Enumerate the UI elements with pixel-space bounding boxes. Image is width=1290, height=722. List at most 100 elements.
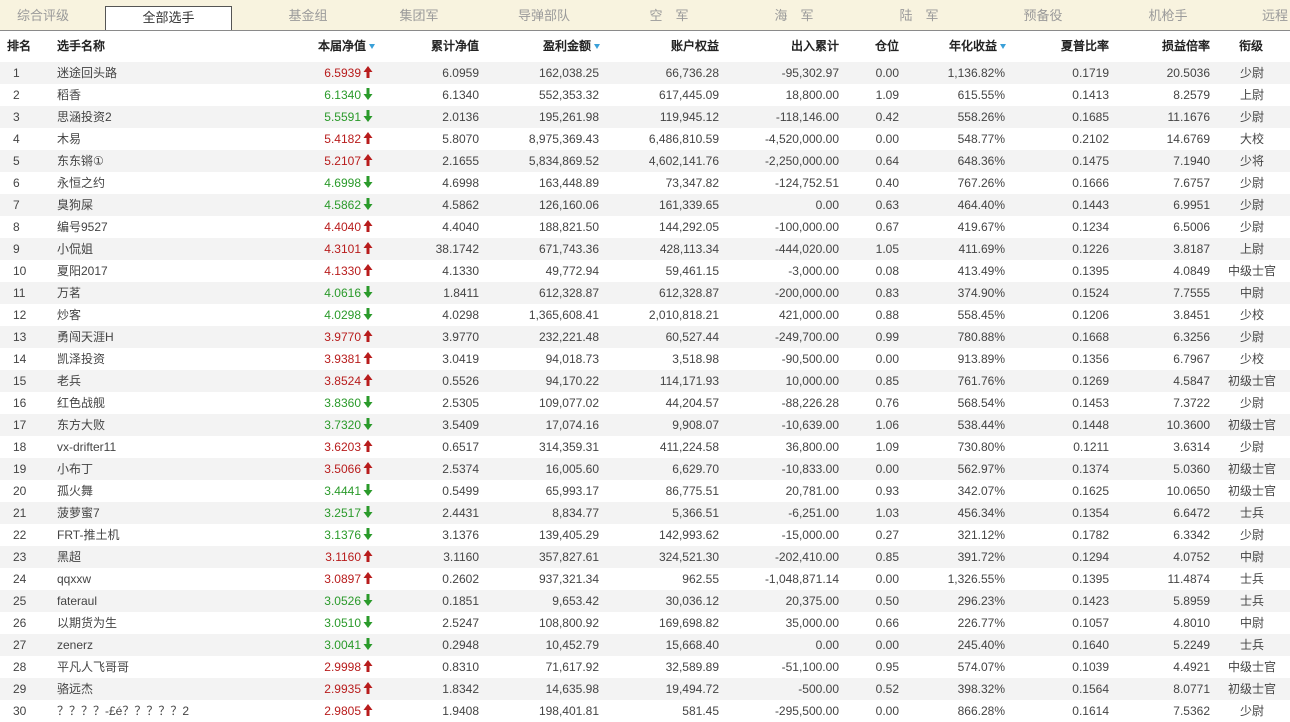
table-row[interactable]: 7 臭狗屎 4.5862 126,160.06 161,339.65 0.00 0.63 46… [0, 194, 1290, 216]
table-row[interactable]: 24 qqxxw 0.2602 937,321.34 962.55 -1,048,871.… [0, 568, 1290, 590]
rank-title-cell: 少尉 [1239, 440, 1264, 454]
tab-air-force[interactable]: 空 军 [606, 0, 732, 30]
tab-long-range[interactable]: 远程 [1262, 0, 1290, 30]
table-row[interactable]: 25 fateraul 0.1851 9,653.42 30,036.12 20,375.… [0, 590, 1290, 612]
player-name-cell: 老兵 [57, 374, 82, 388]
rank-title-cell: 初级士官 [1227, 418, 1276, 432]
pl-ratio-cell: 4.4921 [1173, 660, 1210, 674]
nav-cell: 6.5939 [324, 62, 373, 84]
table-row[interactable]: 18 vx-drifter11 0.6517 314,359.31 411,224.58… [0, 436, 1290, 458]
profit-cell: 232,221.48 [538, 330, 599, 344]
player-name-cell: fateraul [57, 594, 98, 608]
table-row[interactable]: 5 东东锵① 2.1655 5,834,869.52 4,602,141.76 -2,25… [0, 150, 1290, 172]
sharpe-cell: 0.1226 [1072, 242, 1109, 256]
equity-cell: 9,908.07 [672, 418, 719, 432]
header-inout[interactable]: 出入累计 [791, 31, 839, 62]
equity-cell: 612,328.87 [658, 286, 719, 300]
inout-cell: 20,375.00 [785, 594, 839, 608]
tab-machine-gunner[interactable]: 机枪手 [1105, 0, 1231, 30]
nav-value: 3.0041 [324, 638, 361, 652]
table-row[interactable]: 4 木易 5.8070 8,975,369.43 6,486,810.59 -4,520,… [0, 128, 1290, 150]
equity-cell: 581.45 [682, 704, 719, 718]
cum-nav-cell: 2.1655 [442, 154, 479, 168]
sharpe-cell: 0.1475 [1072, 154, 1109, 168]
player-name-cell: 夏阳2017 [57, 264, 108, 278]
table-row[interactable]: 28 平凡人飞哥哥 0.8310 71,617.92 32,589.89 -51,100.… [0, 656, 1290, 678]
position-cell: 1.03 [875, 506, 899, 520]
table-row[interactable]: 27 zenerz 0.2948 10,452.79 15,668.40 0.00 0.00… [0, 634, 1290, 656]
tab-all-players[interactable]: 全部选手 [105, 6, 232, 30]
header-position[interactable]: 仓位 [875, 31, 899, 62]
table-row[interactable]: 8 编号9527 4.4040 188,821.50 144,292.05 -100,00… [0, 216, 1290, 238]
pl-ratio-cell: 6.3342 [1173, 528, 1210, 542]
header-name[interactable]: 选手名称 [57, 31, 105, 62]
rank-cell: 30 [13, 704, 27, 718]
table-row[interactable]: 9 小侃姐 38.1742 671,743.36 428,113.34 -444,020.… [0, 238, 1290, 260]
sharpe-cell: 0.1057 [1072, 616, 1109, 630]
tab-army[interactable]: 陆 军 [856, 0, 982, 30]
table-row[interactable]: 2 稻香 6.1340 552,353.32 617,445.09 18,800.00 1.… [0, 84, 1290, 106]
inout-cell: -95,302.97 [781, 66, 839, 80]
table-row[interactable]: 12 炒客 4.0298 1,365,608.41 2,010,818.21 421,00… [0, 304, 1290, 326]
table-body: 1 迷途回头路 6.0959 162,038.25 66,736.28 -95,302.9… [0, 62, 1290, 722]
position-cell: 0.93 [875, 484, 899, 498]
header-annual[interactable]: 年化收益 [949, 31, 1006, 62]
sharpe-cell: 0.1719 [1072, 66, 1109, 80]
position-cell: 0.67 [875, 220, 899, 234]
pl-ratio-cell: 11.4874 [1167, 572, 1211, 586]
table-row[interactable]: 21 菠萝蜜7 2.4431 8,834.77 5,366.51 -6,251.00 1.0… [0, 502, 1290, 524]
header-rank[interactable]: 排名 [7, 31, 31, 62]
rank-title-cell: 初级士官 [1227, 484, 1276, 498]
tab-navy[interactable]: 海 军 [731, 0, 857, 30]
equity-cell: 6,486,810.59 [648, 132, 719, 146]
position-cell: 0.00 [875, 704, 899, 718]
table-row[interactable]: 6 永恒之约 4.6998 163,448.89 73,347.82 -124,752.5… [0, 172, 1290, 194]
table-row[interactable]: 19 小布丁 2.5374 16,005.60 6,629.70 -10,833.00 0.… [0, 458, 1290, 480]
table-row[interactable]: 23 黑超 3.1160 357,827.61 324,521.30 -202,410.0… [0, 546, 1290, 568]
rank-cell: 13 [13, 330, 27, 344]
table-row[interactable]: 1 迷途回头路 6.0959 162,038.25 66,736.28 -95,302.9… [0, 62, 1290, 84]
arrow-up-icon [363, 660, 373, 672]
tab-reserve[interactable]: 预备役 [980, 0, 1106, 30]
equity-cell: 6,629.70 [672, 462, 719, 476]
nav-value: 3.1160 [325, 550, 361, 564]
header-profit[interactable]: 盈利金额 [543, 31, 600, 62]
tab-group-army[interactable]: 集团军 [356, 0, 482, 30]
header-pl-ratio[interactable]: 损益倍率 [1162, 31, 1210, 62]
player-name-cell: 勇闯天涯H [57, 330, 114, 344]
table-row[interactable]: 30 ？？？？-£é？？？？？2 1.9408 198,401.81 581.45 -29… [0, 700, 1290, 722]
tab-missile-force[interactable]: 导弹部队 [481, 0, 607, 30]
tab-composite-rating[interactable]: 综合评级 [0, 0, 86, 30]
table-row[interactable]: 14 凯泽投资 3.0419 94,018.73 3,518.98 -90,500.00 0… [0, 348, 1290, 370]
equity-cell: 32,589.89 [665, 660, 719, 674]
table-row[interactable]: 17 东方大败 3.5409 17,074.16 9,908.07 -10,639.00 1… [0, 414, 1290, 436]
table-row[interactable]: 3 思涵投资2 2.0136 195,261.98 119,945.12 -118,146… [0, 106, 1290, 128]
cum-nav-cell: 2.4431 [442, 506, 479, 520]
table-row[interactable]: 11 万茗 1.8411 612,328.87 612,328.87 -200,000.0… [0, 282, 1290, 304]
header-sharpe[interactable]: 夏普比率 [1061, 31, 1109, 62]
tab-fund-group[interactable]: 基金组 [245, 0, 371, 30]
header-equity[interactable]: 账户权益 [671, 31, 719, 62]
equity-cell: 86,775.51 [665, 484, 719, 498]
cum-nav-cell: 3.5409 [442, 418, 479, 432]
header-cum-nav[interactable]: 累计净值 [431, 31, 479, 62]
rank-cell: 4 [13, 132, 20, 146]
nav-cell: 6.1340 [324, 84, 373, 106]
table-row[interactable]: 10 夏阳2017 4.1330 49,772.94 59,461.15 -3,000.0… [0, 260, 1290, 282]
nav-cell: 4.1330 [324, 260, 373, 282]
table-row[interactable]: 26 以期货为生 2.5247 108,800.92 169,698.82 35,000.… [0, 612, 1290, 634]
header-rank-title[interactable]: 衔级 [1239, 31, 1263, 62]
nav-cell: 3.1376 [324, 524, 373, 546]
table-row[interactable]: 22 FRT-推土机 3.1376 139,405.29 142,993.62 -15,0… [0, 524, 1290, 546]
player-name-cell: 东方大败 [57, 418, 106, 432]
profit-cell: 16,005.60 [545, 462, 599, 476]
rank-cell: 22 [13, 528, 27, 542]
inout-cell: -2,250,000.00 [764, 154, 839, 168]
table-row[interactable]: 16 红色战舰 2.5305 109,077.02 44,204.57 -88,226.2… [0, 392, 1290, 414]
table-row[interactable]: 20 孤火舞 0.5499 65,993.17 86,775.51 20,781.00 0.… [0, 480, 1290, 502]
table-row[interactable]: 29 骆远杰 1.8342 14,635.98 19,494.72 -500.00 0.52… [0, 678, 1290, 700]
table-row[interactable]: 15 老兵 0.5526 94,170.22 114,171.93 10,000.00 0.… [0, 370, 1290, 392]
table-row[interactable]: 13 勇闯天涯H 3.9770 232,221.48 60,527.44 -249,700… [0, 326, 1290, 348]
sharpe-cell: 0.1564 [1072, 682, 1109, 696]
header-nav[interactable]: 本届净值 [318, 31, 375, 62]
